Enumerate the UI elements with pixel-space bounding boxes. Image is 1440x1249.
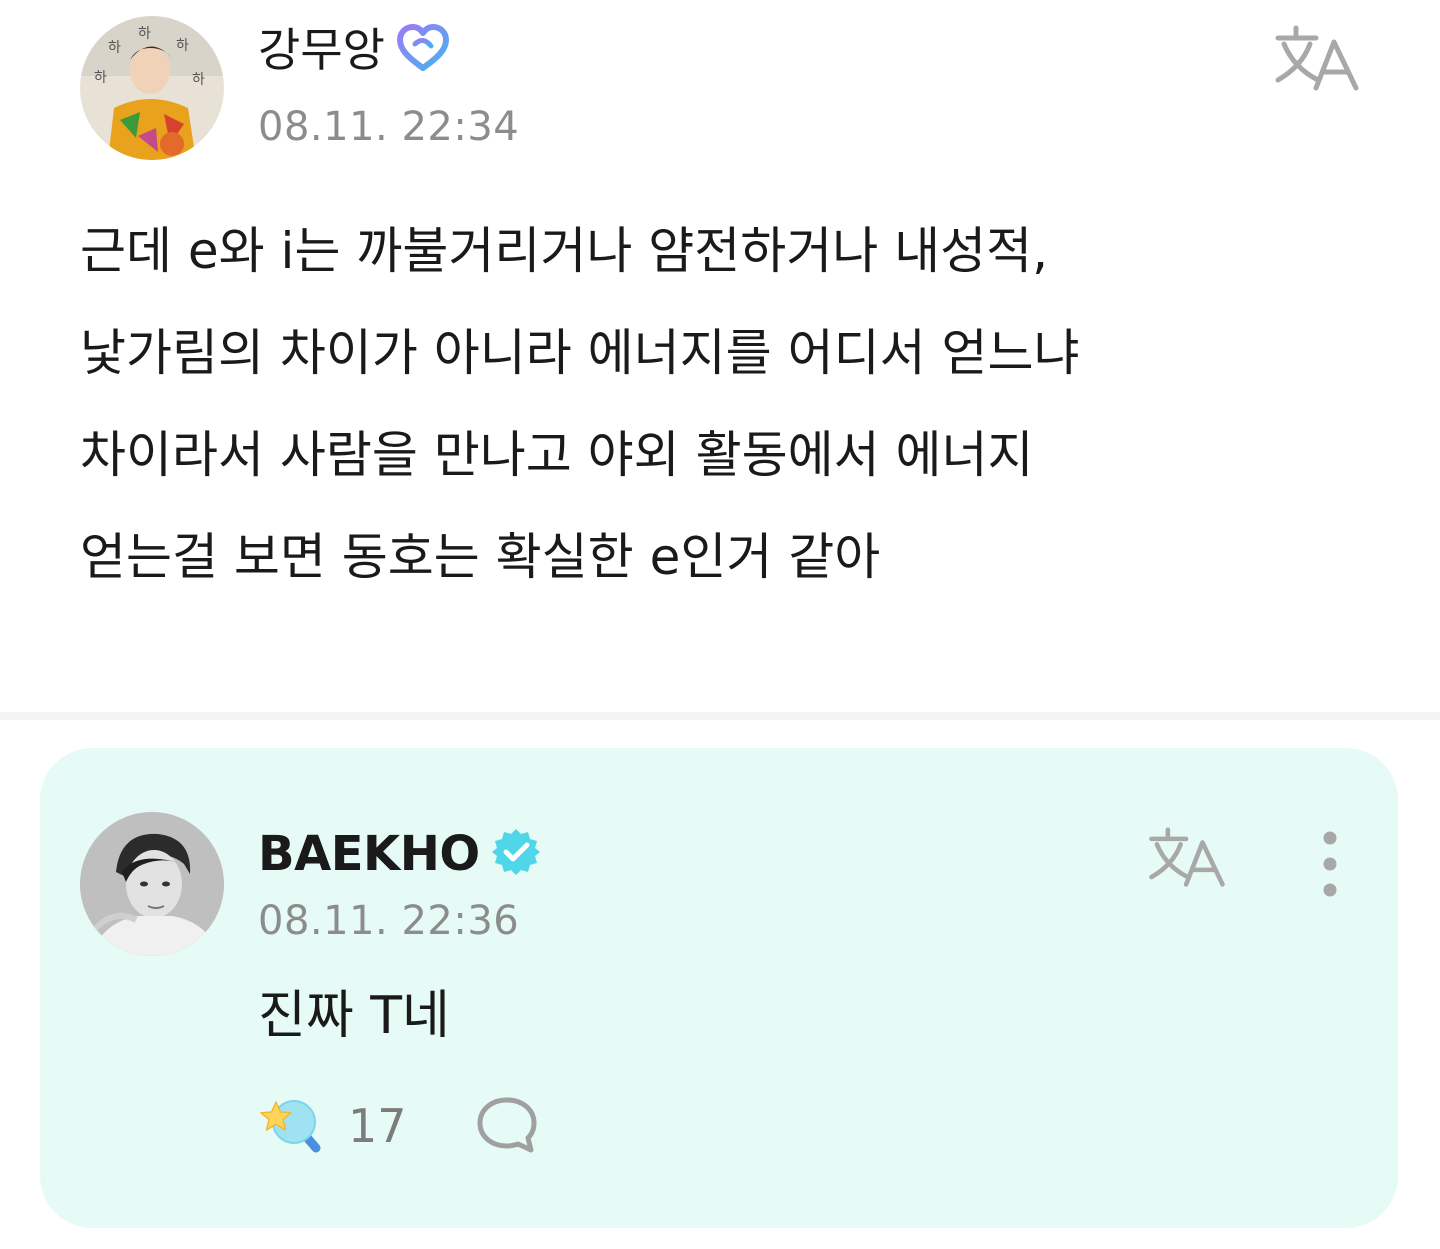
- post-author-avatar[interactable]: 하 하 하 하 하: [80, 16, 224, 160]
- svg-text:하: 하: [192, 72, 205, 88]
- comment-translate-button[interactable]: [1146, 826, 1228, 894]
- more-vertical-icon: [1310, 831, 1350, 902]
- like-count: 17: [348, 1099, 407, 1153]
- speech-bubble-icon: [475, 1097, 539, 1158]
- verified-badge-icon: [490, 826, 542, 882]
- post: 하 하 하 하 하 강무앙 08.11. 22:34 근데 e와 i는 까불거리…: [0, 0, 1440, 712]
- post-body: 근데 e와 i는 까불거리거나 얌전하거나 내성적, 낯가림의 차이가 아니라 …: [80, 200, 1360, 608]
- like-button[interactable]: 17: [258, 1094, 407, 1158]
- comment-card: BAEKHO 08.11. 22:36 진짜 T네 17: [40, 748, 1398, 1228]
- translate-icon: [1272, 25, 1362, 98]
- post-body-line: 얻는걸 보면 동호는 확실한 e인거 같아: [80, 528, 881, 586]
- svg-text:하: 하: [108, 40, 121, 56]
- post-body-line: 근데 e와 i는 까불거리거나 얌전하거나 내성적,: [80, 222, 1049, 280]
- comment-text: 진짜 T네: [258, 986, 450, 1046]
- translate-icon: [1146, 827, 1228, 894]
- post-body-line: 차이라서 사람을 만나고 야외 활동에서 에너지: [80, 426, 1034, 484]
- comment-author-name[interactable]: BAEKHO: [258, 826, 480, 882]
- post-author-name[interactable]: 강무앙: [258, 22, 385, 78]
- post-translate-button[interactable]: [1272, 24, 1362, 98]
- svg-text:하: 하: [138, 26, 151, 42]
- comment-timestamp: 08.11. 22:36: [258, 898, 520, 944]
- post-author-row: 강무앙: [258, 22, 451, 78]
- section-divider: [0, 712, 1440, 720]
- comment-author-avatar[interactable]: [80, 812, 224, 956]
- artist-heart-badge-icon: [395, 22, 451, 78]
- comment-actions: 17: [258, 1094, 539, 1158]
- svg-text:하: 하: [176, 38, 189, 54]
- comment-author-row: BAEKHO: [258, 826, 542, 882]
- post-timestamp: 08.11. 22:34: [258, 104, 520, 150]
- post-body-line: 낯가림의 차이가 아니라 에너지를 어디서 얻느냐: [80, 324, 1080, 382]
- star-lightstick-icon: [258, 1094, 326, 1158]
- comment-more-button[interactable]: [1310, 830, 1350, 898]
- reply-button[interactable]: [475, 1094, 539, 1158]
- svg-text:하: 하: [94, 70, 107, 86]
